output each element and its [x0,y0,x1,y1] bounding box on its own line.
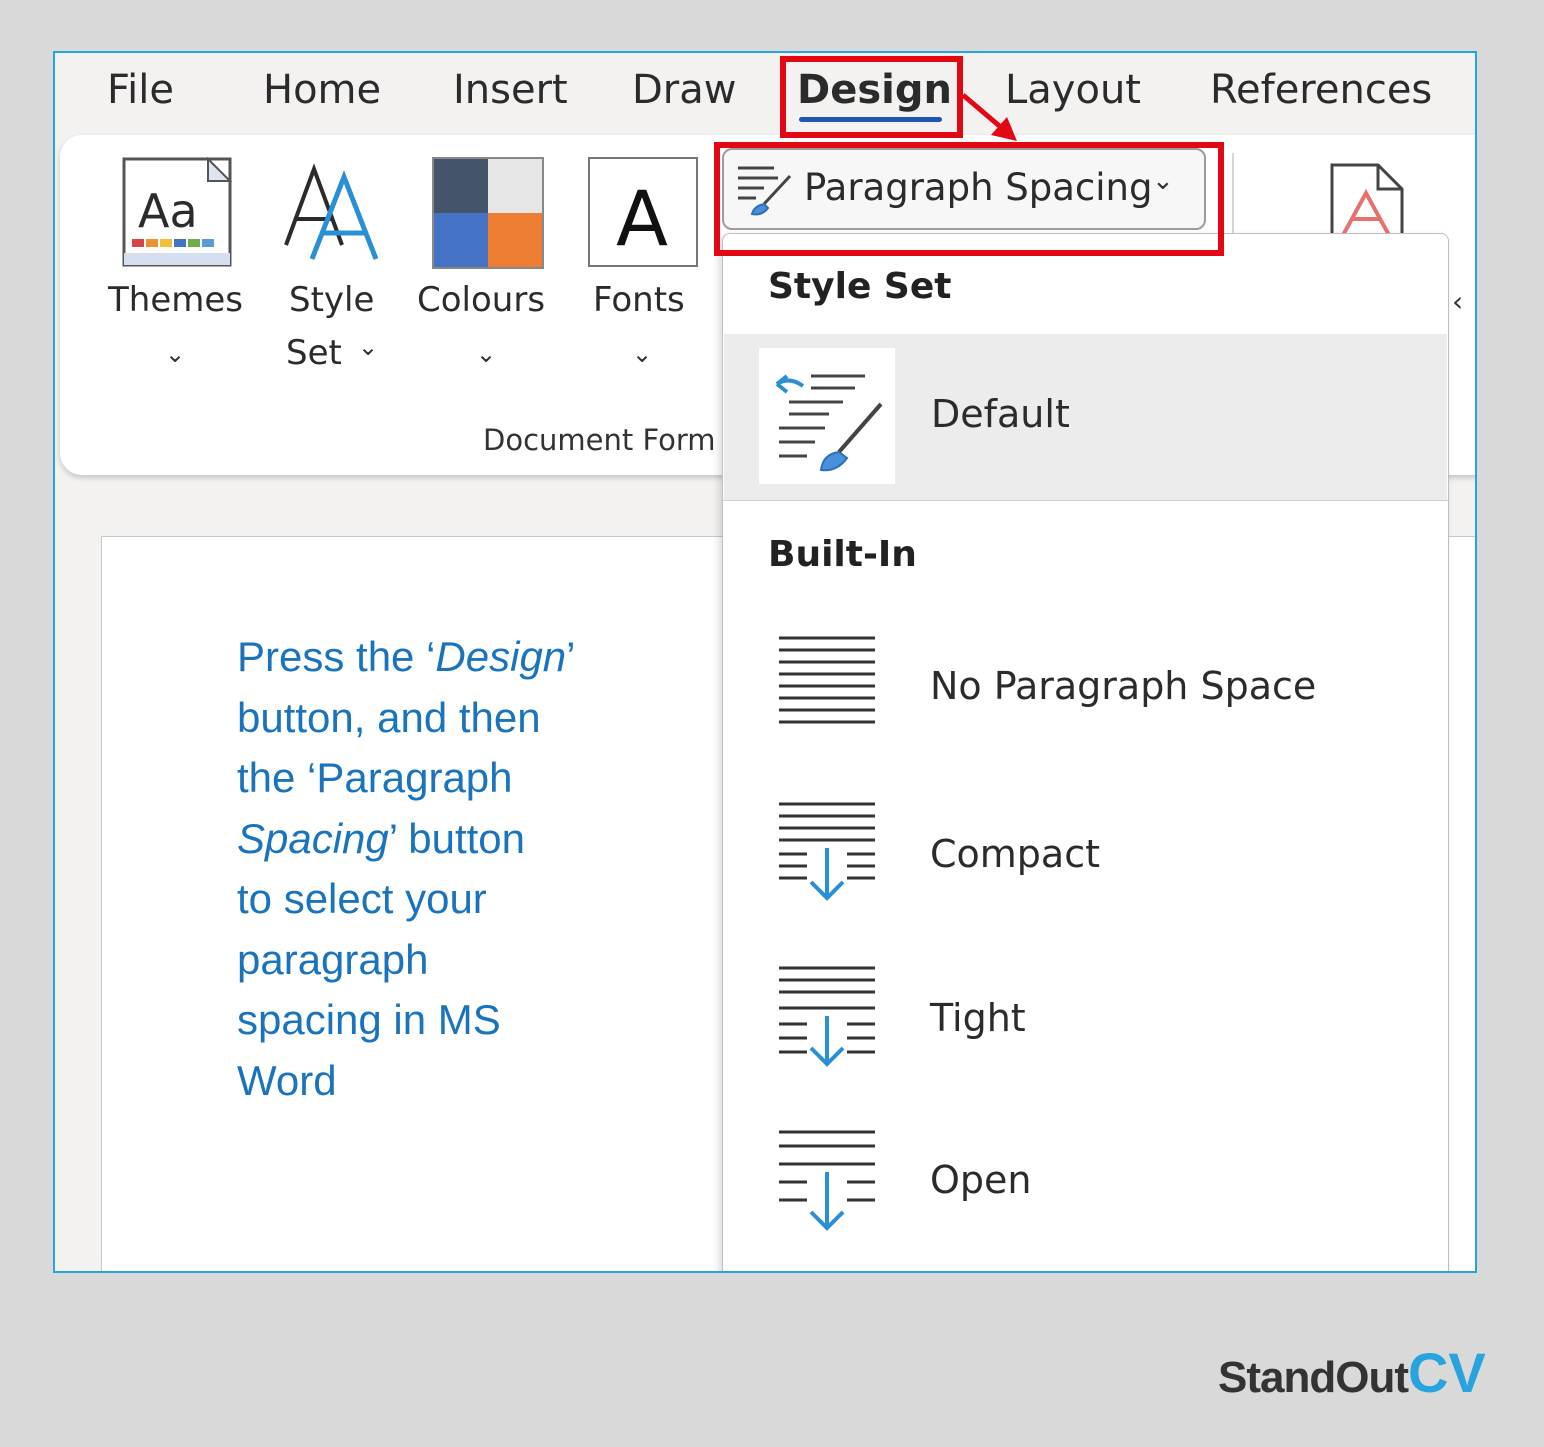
partial-ribbon-glyph: ‹ [1452,285,1463,318]
style-set-label-1: Style [289,280,374,320]
default-style-icon [759,348,895,484]
compact-label: Compact [930,832,1100,876]
chevron-down-icon: ⌄ [476,340,496,368]
fonts-label: Fonts [593,280,685,320]
standout-cv-logo: StandOutCV [1218,1340,1486,1405]
colours-label: Colours [417,280,545,320]
open-label: Open [930,1158,1032,1202]
style-set-label-2: Set [286,333,342,373]
built-in-heading: Built-In [768,534,917,575]
document-formatting-group-label: Document Form [483,423,716,457]
open-spacing-icon [777,1128,877,1232]
logo-cv: CV [1408,1341,1486,1404]
instruction-line-8: Word [237,1051,657,1112]
menu-item-tight[interactable]: Tight [723,948,1448,1088]
no-paragraph-space-label: No Paragraph Space [930,664,1316,708]
instruction-line-6: paragraph [237,930,657,991]
menu-item-no-paragraph-space[interactable]: No Paragraph Space [723,614,1448,744]
compact-spacing-icon [777,800,877,904]
logo-standout: StandOut [1218,1353,1408,1402]
no-paragraph-space-icon [777,634,877,726]
menu-item-default[interactable]: Default [724,334,1447,500]
instruction-line-4: Spacing’ button [237,809,657,870]
menu-divider [723,500,1448,501]
tight-label: Tight [930,996,1026,1040]
default-label: Default [931,392,1070,436]
instruction-line-3: the ‘Paragraph [237,748,657,809]
menu-item-open[interactable]: Open [723,1112,1448,1252]
instruction-line-1: Press the ‘Design’ [237,627,657,688]
paragraph-spacing-dropdown: Style Set Default Built-In No Paragraph … [722,233,1449,1273]
chevron-down-icon: ⌄ [165,340,185,368]
tight-spacing-icon [777,964,877,1068]
instruction-line-7: spacing in MS [237,990,657,1051]
word-window: File Home Insert Draw Design Layout Refe… [53,51,1477,1273]
chevron-down-icon: ⌄ [632,340,652,368]
instruction-line-5: to select your [237,869,657,930]
instruction-text: Press the ‘Design’ button, and then the … [237,627,657,1111]
menu-item-compact[interactable]: Compact [723,784,1448,924]
annotation-arrow [55,53,1477,273]
chevron-down-icon: ⌄ [358,333,378,361]
themes-label: Themes [108,280,243,320]
instruction-line-2: button, and then [237,688,657,749]
